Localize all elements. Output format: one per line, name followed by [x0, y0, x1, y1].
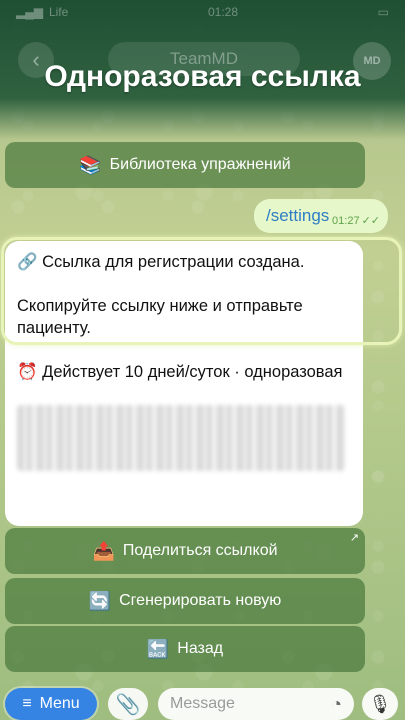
- back-keyboard-button[interactable]: 🔙 Назад: [5, 626, 365, 672]
- microphone-icon: 🎙: [368, 693, 392, 714]
- message-placeholder: Message: [170, 695, 235, 712]
- message-input[interactable]: Message ◔: [158, 688, 354, 720]
- highlight-frame: [1, 237, 402, 345]
- outbox-icon: 📤: [92, 540, 115, 561]
- back-keyboard-label: Назад: [177, 640, 224, 657]
- share-link-label: Поделиться ссылкой: [122, 542, 278, 559]
- status-right: ▭: [378, 5, 389, 19]
- blurred-link[interactable]: [17, 405, 345, 471]
- microphone-button[interactable]: 🎙: [362, 688, 398, 720]
- sticker-icon[interactable]: ◔: [331, 694, 342, 715]
- regenerate-label: Сгенерировать новую: [119, 592, 282, 609]
- card-line-3-text: Действует 10 дней/суток · одноразовая: [42, 363, 343, 381]
- outgoing-message[interactable]: /settings 01:27 ✓✓: [254, 199, 388, 233]
- double-check-icon: ✓✓: [361, 214, 380, 227]
- attach-button[interactable]: 📎: [108, 688, 148, 720]
- outgoing-message-text[interactable]: /settings: [266, 206, 329, 226]
- carrier-label: Life: [48, 5, 69, 19]
- input-bar: ≡ Menu 📎 Message ◔ 🎙: [0, 684, 405, 720]
- back-arrow-icon: 🔙: [146, 638, 170, 659]
- refresh-icon: 🔄: [88, 590, 112, 611]
- menu-button[interactable]: ≡ Menu: [5, 688, 97, 720]
- regenerate-button[interactable]: 🔄 Сгенерировать новую: [5, 578, 365, 624]
- library-button[interactable]: 📚 Библиотека упражнений: [5, 142, 365, 188]
- library-button-label: Библиотека упражнений: [109, 156, 291, 173]
- signal-icon: ▂▄▆: [16, 5, 43, 19]
- overlay-title: Одноразовая ссылка: [0, 60, 405, 94]
- menu-icon: ≡: [22, 695, 32, 712]
- status-left: ▂▄▆ Life: [16, 5, 68, 19]
- alarm-clock-icon: ⏰: [17, 363, 38, 381]
- overlay-title-text: Одноразовая ссылка: [44, 60, 361, 93]
- card-line-3: ⏰ Действует 10 дней/суток · одноразовая: [17, 361, 351, 383]
- battery-icon: ▭: [377, 5, 389, 19]
- status-bar: ▂▄▆ Life 01:28 ▭: [0, 0, 405, 24]
- share-link-button[interactable]: 📤 Поделиться ссылкой ↗: [5, 528, 365, 574]
- message-time: 01:27: [332, 214, 360, 227]
- status-time: 01:28: [207, 5, 238, 19]
- books-icon: 📚: [79, 154, 102, 175]
- menu-label: Menu: [39, 695, 80, 712]
- message-meta: 01:27 ✓✓: [332, 206, 380, 227]
- arrow-up-right-icon: ↗: [349, 532, 359, 544]
- paperclip-icon: 📎: [115, 693, 141, 716]
